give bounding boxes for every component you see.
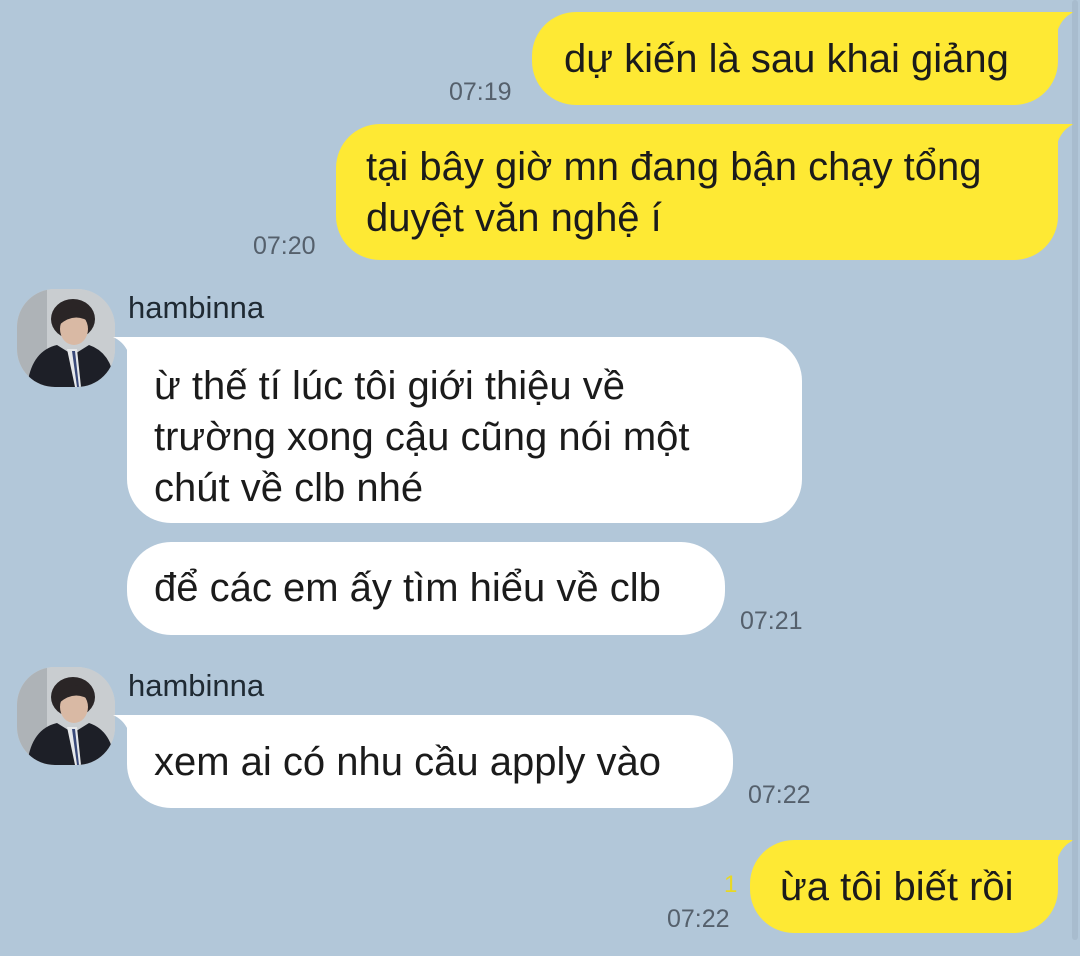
bubble-tail xyxy=(1050,124,1074,148)
message-text: ừa tôi biết rồi xyxy=(780,865,1014,909)
chat-message-list[interactable]: dự kiến là sau khai giảng 07:19 tại bây … xyxy=(0,0,1080,956)
avatar[interactable] xyxy=(17,289,115,387)
sender-name: hambinna xyxy=(128,668,265,703)
message-text: ừ thế tí lúc tôi giới thiệu về trường xo… xyxy=(154,364,690,510)
message-text: tại bây giờ mn đang bận chạy tổng duyệt … xyxy=(366,145,982,240)
outgoing-message-bubble[interactable]: tại bây giờ mn đang bận chạy tổng duyệt … xyxy=(336,124,1058,260)
bubble-tail xyxy=(113,715,137,739)
message-text: xem ai có nhu cầu apply vào xyxy=(154,740,661,784)
message-timestamp: 07:22 xyxy=(748,781,811,809)
bubble-tail xyxy=(1050,840,1074,864)
outgoing-message-bubble[interactable]: ừa tôi biết rồi xyxy=(750,840,1058,933)
unread-count-badge: 1 xyxy=(724,871,738,898)
bubble-tail xyxy=(1050,12,1074,36)
message-timestamp: 07:22 xyxy=(667,905,730,933)
avatar[interactable] xyxy=(17,667,115,765)
message-timestamp: 07:21 xyxy=(740,607,803,635)
profile-photo-avatar xyxy=(17,289,115,387)
message-timestamp: 07:19 xyxy=(449,78,512,106)
bubble-tail xyxy=(113,337,137,361)
profile-photo-avatar xyxy=(17,667,115,765)
incoming-message-bubble[interactable]: để các em ấy tìm hiểu về clb xyxy=(127,542,725,635)
incoming-message-bubble[interactable]: ừ thế tí lúc tôi giới thiệu về trường xo… xyxy=(127,337,802,523)
message-timestamp: 07:20 xyxy=(253,232,316,260)
incoming-message-bubble[interactable]: xem ai có nhu cầu apply vào xyxy=(127,715,733,808)
message-text: để các em ấy tìm hiểu về clb xyxy=(154,566,661,610)
scrollbar[interactable] xyxy=(1072,0,1078,940)
sender-name: hambinna xyxy=(128,290,265,325)
message-text: dự kiến là sau khai giảng xyxy=(564,37,1009,81)
outgoing-message-bubble[interactable]: dự kiến là sau khai giảng xyxy=(532,12,1058,105)
